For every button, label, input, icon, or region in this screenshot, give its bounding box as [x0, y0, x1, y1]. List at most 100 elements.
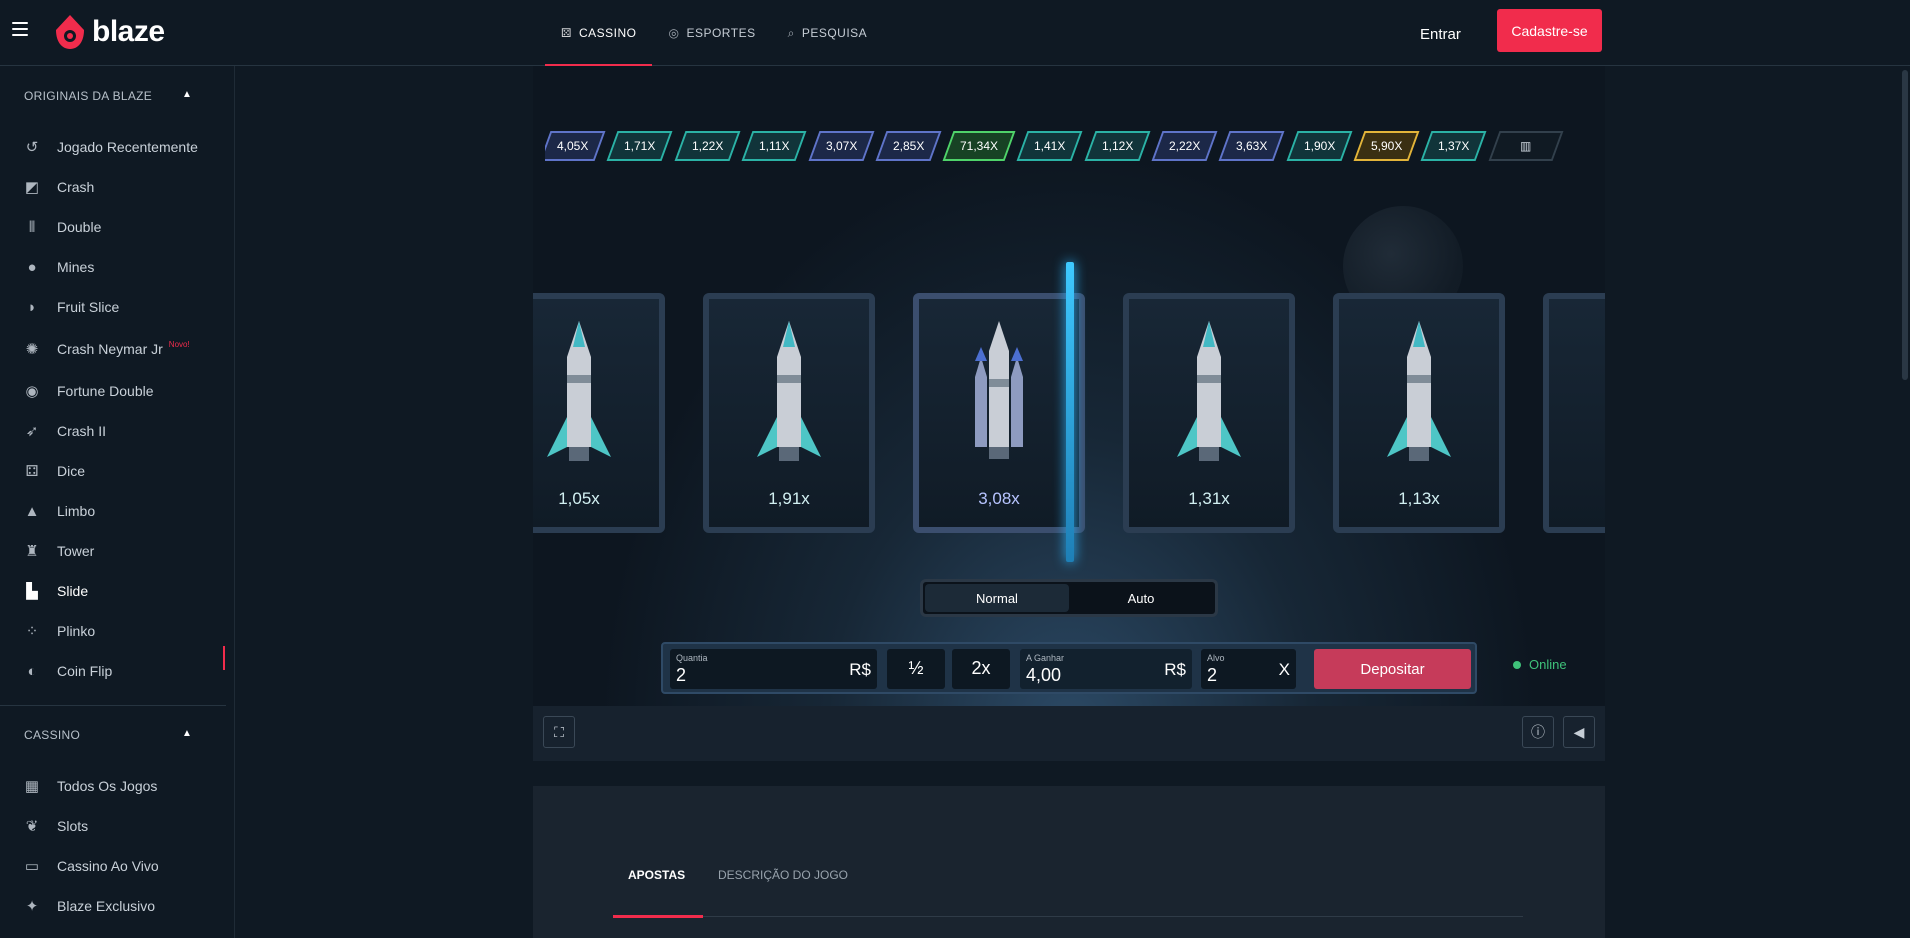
- target-value: 2: [1207, 665, 1218, 685]
- section-title-originals: ORIGINAIS DA BLAZE: [24, 89, 153, 103]
- sidebar-item-dice[interactable]: ⚃ Dice: [22, 451, 85, 491]
- nav-esportes[interactable]: ◎ ESPORTES: [652, 0, 771, 66]
- new-badge: Novo!: [168, 339, 190, 349]
- info-icon[interactable]: ⓘ: [1522, 716, 1554, 748]
- sidebar-item-label: Limbo: [57, 503, 96, 519]
- sidebar-item-todos-os-jogos[interactable]: ▦ Todos Os Jogos: [22, 766, 157, 806]
- tower-icon: ♜: [25, 543, 39, 560]
- sidebar-item-mines[interactable]: ● Mines: [22, 247, 94, 287]
- sidebar-item-label: Todos Os Jogos: [57, 778, 158, 794]
- sidebar-item-label: Tower: [57, 543, 95, 559]
- sidebar: ORIGINAIS DA BLAZE ▲ ↺ Jogado Recentement…: [0, 66, 235, 938]
- sidebar-item-blaze-exclusivo[interactable]: ✦ Blaze Exclusivo: [22, 886, 155, 926]
- chevron-up-icon[interactable]: ▲: [182, 728, 192, 739]
- sidebar-item-fortune-double[interactable]: ◉ Fortune Double: [22, 371, 154, 411]
- sidebar-item-slide[interactable]: ▙ Slide: [22, 571, 88, 611]
- nav-cassino[interactable]: ⚄ CASSINO: [545, 0, 653, 66]
- sidebar-item-label: Mines: [57, 259, 95, 275]
- status-label: Online: [1529, 657, 1567, 672]
- sidebar-item-double[interactable]: ⦀ Double: [22, 207, 102, 247]
- card-multiplier: 1,05x: [558, 489, 600, 508]
- history-chip: 1,22X: [674, 131, 741, 161]
- sidebar-item-fruit-slice[interactable]: ◗ Fruit Slice: [22, 287, 119, 327]
- sidebar-item-crash-neymar-jr[interactable]: ✺ Crash Neymar Jr Novo!: [22, 329, 190, 369]
- nav-label: CASSINO: [578, 26, 637, 40]
- slide-card: 1,05x: [533, 293, 665, 533]
- game-footer: ⛶ ⓘ ◀: [533, 706, 1605, 761]
- target-field[interactable]: Alvo 2 X: [1201, 649, 1296, 689]
- sidebar-divider: [0, 705, 226, 706]
- history-chip: 71,34X: [942, 131, 1016, 161]
- history-chip: 1,71X: [606, 131, 674, 161]
- history-strip: 4,05X 1,71X 1,22X 1,11X 3,07X 2,85X 71,3…: [545, 128, 1595, 164]
- rocket-icon: [1387, 321, 1451, 461]
- chevron-up-icon[interactable]: ▲: [182, 89, 192, 100]
- sidebar-item-label: Coin Flip: [57, 663, 113, 679]
- mines-icon: ●: [27, 258, 37, 276]
- card-multiplier: 1,91x: [768, 489, 810, 508]
- history-chip: 3,07X: [808, 131, 875, 161]
- tab-apostas[interactable]: APOSTAS: [628, 868, 685, 882]
- crash-icon: ◩: [24, 179, 40, 196]
- sidebar-item-slots[interactable]: ❦ Slots: [22, 806, 88, 846]
- history-chip: 4,05X: [545, 131, 606, 161]
- sidebar-item-label: Fruit Slice: [57, 299, 120, 315]
- slide-card: 1,91x: [703, 293, 875, 533]
- sidebar-item-crash-ii[interactable]: ➶ Crash II: [22, 411, 106, 451]
- sidebar-item-label: Cassino Ao Vivo: [57, 858, 159, 874]
- logo[interactable]: blaze: [54, 12, 165, 52]
- tab-normal[interactable]: Normal: [925, 584, 1069, 612]
- section-title-cassino: CASSINO: [24, 728, 81, 742]
- half-label: ½: [908, 658, 924, 678]
- sidebar-item-tower[interactable]: ♜ Tower: [22, 531, 94, 571]
- signup-button[interactable]: Cadastre-se: [1497, 9, 1602, 52]
- half-button[interactable]: ½: [887, 649, 945, 689]
- scrollbar-thumb[interactable]: [1902, 70, 1908, 380]
- sidebar-item-label: Crash Neymar Jr: [57, 341, 163, 357]
- rocket-icon: [757, 321, 821, 461]
- top-nav: ⚄ CASSINO ◎ ESPORTES ⌕ PESQUISA: [545, 0, 883, 66]
- slide-game: 4,05X 1,71X 1,22X 1,11X 3,07X 2,85X 71,3…: [533, 66, 1605, 761]
- tab-auto[interactable]: Auto: [1069, 584, 1213, 612]
- sidebar-item-limbo[interactable]: ▲ Limbo: [22, 491, 96, 531]
- tabs-divider: [613, 916, 1523, 917]
- win-label: A Ganhar: [1026, 653, 1065, 663]
- login-button[interactable]: Entrar: [1406, 14, 1475, 54]
- limbo-icon: ▲: [24, 502, 40, 520]
- search-icon: ⌕: [787, 25, 795, 40]
- history-icon: ↺: [25, 139, 39, 156]
- deposit-button[interactable]: Depositar: [1314, 649, 1471, 689]
- rocket-icon: ➶: [25, 423, 39, 440]
- sidebar-item-label: Slots: [57, 818, 89, 834]
- rocket-icon: [547, 321, 611, 461]
- slide-card-selected: 3,08x: [913, 293, 1085, 533]
- currency-label: R$: [849, 660, 871, 679]
- top-bar: blaze ⚄ CASSINO ◎ ESPORTES ⌕ PESQUISA En…: [0, 0, 1910, 66]
- sidebar-item-cassino-ao-vivo[interactable]: ▭ Cassino Ao Vivo: [22, 846, 159, 886]
- history-chip: 1,12X: [1084, 131, 1151, 161]
- stats-button[interactable]: ▥: [1488, 131, 1564, 161]
- star-icon: ✦: [25, 898, 39, 915]
- sidebar-item-label: Fortune Double: [57, 383, 154, 399]
- sidebar-item-coin-flip[interactable]: ◐ Coin Flip: [22, 651, 112, 691]
- nav-pesquisa[interactable]: ⌕ PESQUISA: [772, 0, 884, 66]
- sidebar-item-jogado-recentemente[interactable]: ↺ Jogado Recentemente: [22, 127, 198, 167]
- sidebar-item-crash[interactable]: ◩ Crash: [22, 167, 94, 207]
- amount-field[interactable]: Quantia 2 R$: [670, 649, 877, 689]
- sidebar-item-plinko[interactable]: ⁘ Plinko: [22, 611, 95, 651]
- menu-icon[interactable]: [12, 22, 28, 36]
- cherry-icon: ❦: [25, 818, 39, 835]
- sound-icon[interactable]: ◀: [1563, 716, 1595, 748]
- card-multiplier: 3,08x: [978, 489, 1020, 508]
- grid-icon: ▦: [24, 778, 40, 795]
- tab-descricao[interactable]: DESCRIÇÃO DO JOGO: [718, 868, 848, 882]
- history-chip: 1,37X: [1421, 131, 1488, 161]
- currency-label: R$: [1164, 660, 1186, 679]
- history-chip: 1,11X: [741, 131, 808, 161]
- double-button[interactable]: 2x: [952, 649, 1010, 689]
- game-stage: 4,05X 1,71X 1,22X 1,11X 3,07X 2,85X 71,3…: [533, 66, 1605, 706]
- card-multiplier: 1,31x: [1188, 489, 1230, 508]
- history-chip: 5,90X: [1353, 131, 1420, 161]
- fullscreen-icon[interactable]: ⛶: [543, 716, 575, 748]
- target-label: Alvo: [1207, 653, 1225, 663]
